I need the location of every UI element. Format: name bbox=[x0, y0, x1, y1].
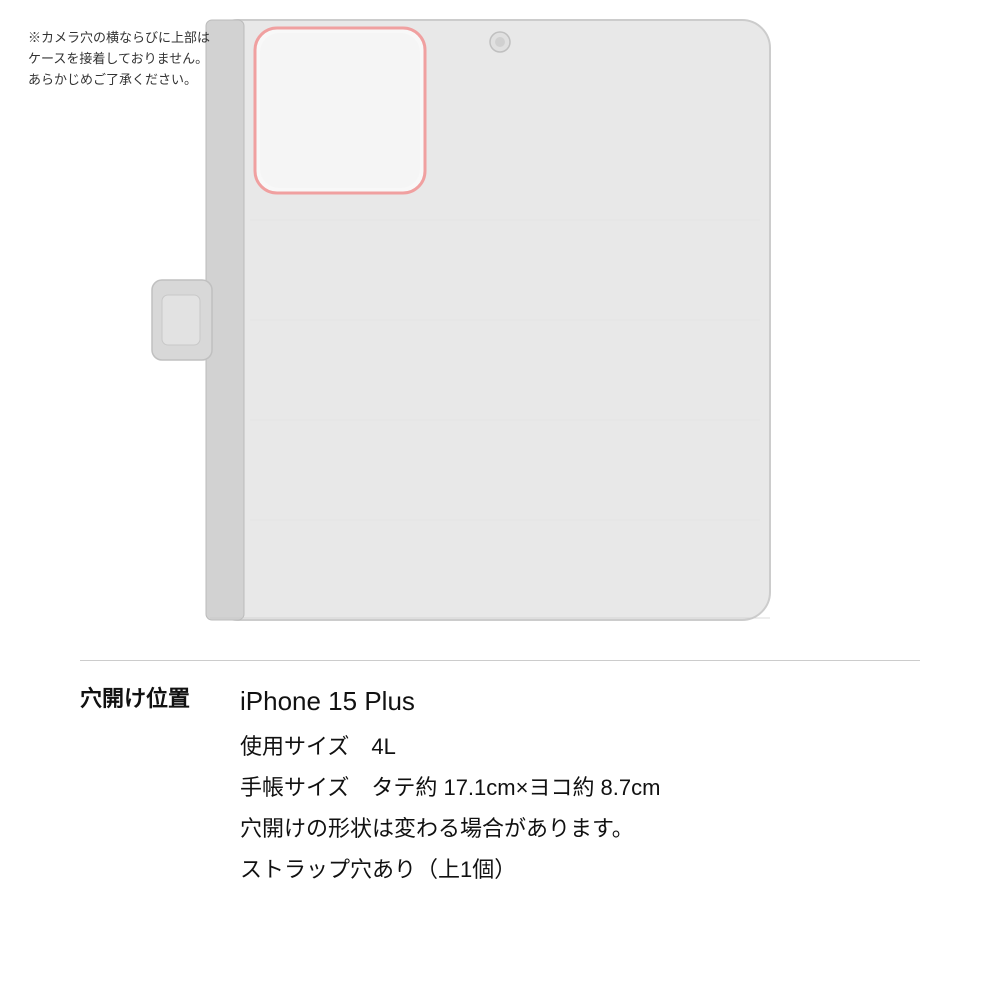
camera-note: ※カメラ穴の横ならびに上部は ケースを接着しておりません。 あらかじめご了承くだ… bbox=[28, 28, 210, 90]
strap-info: ストラップ穴あり（上1個） bbox=[240, 852, 920, 887]
label-column: 穴開け位置 bbox=[80, 681, 200, 713]
case-svg bbox=[0, 0, 1000, 660]
notebook-size: 手帳サイズ タテ約 17.1cm×ヨコ約 8.7cm bbox=[240, 770, 920, 805]
hole-shape-note: 穴開けの形状は変わる場合があります。 bbox=[240, 811, 920, 846]
info-section: 穴開け位置 iPhone 15 Plus 使用サイズ 4L 手帳サイズ タテ約 … bbox=[0, 661, 1000, 1000]
details-column: iPhone 15 Plus 使用サイズ 4L 手帳サイズ タテ約 17.1cm… bbox=[240, 681, 920, 887]
page-container: ※カメラ穴の横ならびに上部は ケースを接着しておりません。 あらかじめご了承くだ… bbox=[0, 0, 1000, 1000]
model-name: iPhone 15 Plus bbox=[240, 681, 920, 723]
size-label: 使用サイズ 4L bbox=[240, 729, 920, 764]
hole-position-label: 穴開け位置 bbox=[80, 686, 190, 711]
case-illustration: ※カメラ穴の横ならびに上部は ケースを接着しておりません。 あらかじめご了承くだ… bbox=[0, 0, 1000, 660]
